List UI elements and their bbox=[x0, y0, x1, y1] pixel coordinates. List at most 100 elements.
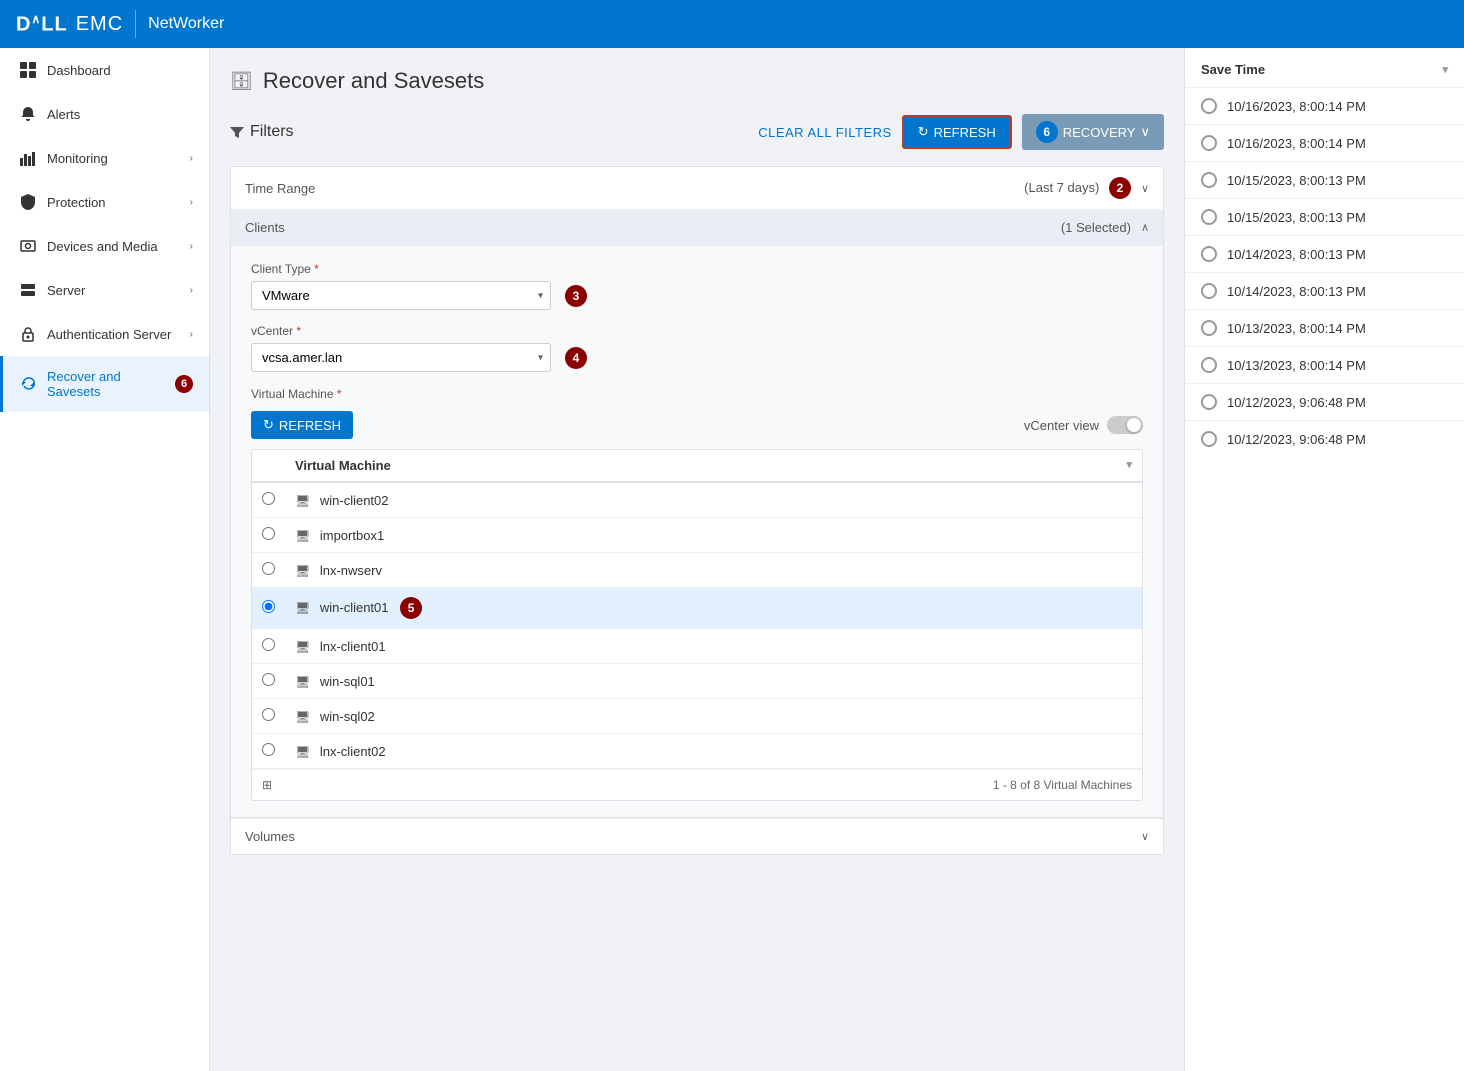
vm-radio-cell[interactable] bbox=[252, 518, 285, 553]
save-time-radio[interactable] bbox=[1201, 357, 1217, 373]
save-time-radio[interactable] bbox=[1201, 431, 1217, 447]
save-time-text: 10/16/2023, 8:00:14 PM bbox=[1227, 99, 1366, 114]
vm-radio-win-sql02[interactable] bbox=[262, 708, 275, 721]
save-time-text: 10/15/2023, 8:00:13 PM bbox=[1227, 210, 1366, 225]
time-range-filter-row[interactable]: Time Range (Last 7 days) 2 ∨ bbox=[231, 167, 1163, 210]
vm-radio-win-client02[interactable] bbox=[262, 492, 275, 505]
sidebar-item-protection[interactable]: Protection › bbox=[0, 180, 209, 224]
vm-row-name: lnx-nwserv bbox=[320, 563, 382, 578]
vm-radio-cell[interactable] bbox=[252, 664, 285, 699]
vm-row-name: importbox1 bbox=[320, 528, 384, 543]
save-time-radio[interactable] bbox=[1201, 98, 1217, 114]
save-time-item[interactable]: 10/12/2023, 9:06:48 PM bbox=[1185, 421, 1464, 457]
vm-radio-cell[interactable] bbox=[252, 629, 285, 664]
volumes-filter-row[interactable]: Volumes ∨ bbox=[231, 818, 1163, 854]
save-time-radio[interactable] bbox=[1201, 320, 1217, 336]
right-panel: Save Time ▾ 10/16/2023, 8:00:14 PM 10/16… bbox=[1184, 48, 1464, 1071]
vm-radio-cell[interactable] bbox=[252, 553, 285, 588]
save-time-radio[interactable] bbox=[1201, 209, 1217, 225]
save-time-item[interactable]: 10/16/2023, 8:00:14 PM bbox=[1185, 125, 1464, 162]
devices-icon bbox=[19, 237, 37, 255]
sidebar-item-server[interactable]: Server › bbox=[0, 268, 209, 312]
vm-radio-win-client01[interactable] bbox=[262, 600, 275, 613]
vm-radio-importbox1[interactable] bbox=[262, 527, 275, 540]
recover-icon bbox=[19, 375, 37, 393]
vm-radio-cell[interactable] bbox=[252, 699, 285, 734]
vm-row-icon: 🖥 bbox=[295, 710, 310, 724]
table-row[interactable]: 🖥 win-client01 5 bbox=[252, 588, 1142, 629]
table-row[interactable]: 🖥 importbox1 bbox=[252, 518, 1142, 553]
column-toggle-icon[interactable]: ⊞ bbox=[262, 778, 272, 792]
save-time-radio[interactable] bbox=[1201, 135, 1217, 151]
save-time-text: 10/16/2023, 8:00:14 PM bbox=[1227, 136, 1366, 151]
time-range-value: (Last 7 days) 2 bbox=[365, 177, 1131, 199]
client-type-select[interactable]: VMware Physical NAS bbox=[251, 281, 551, 310]
save-times-list: 10/16/2023, 8:00:14 PM 10/16/2023, 8:00:… bbox=[1185, 88, 1464, 457]
save-time-radio[interactable] bbox=[1201, 246, 1217, 262]
table-row[interactable]: 🖥 lnx-client02 bbox=[252, 734, 1142, 769]
vm-row-icon: 🖥 bbox=[295, 494, 310, 508]
save-time-item[interactable]: 10/15/2023, 8:00:13 PM bbox=[1185, 199, 1464, 236]
vm-name-cell: 🖥 lnx-nwserv bbox=[285, 553, 1142, 588]
time-range-badge: 2 bbox=[1109, 177, 1131, 199]
save-time-item[interactable]: 10/13/2023, 8:00:14 PM bbox=[1185, 310, 1464, 347]
clients-filter-row[interactable]: Clients (1 Selected) ∧ bbox=[231, 210, 1163, 246]
save-time-item[interactable]: 10/13/2023, 8:00:14 PM bbox=[1185, 347, 1464, 384]
clear-all-filters-button[interactable]: CLEAR ALL FILTERS bbox=[758, 125, 892, 140]
vm-radio-lnx-client01[interactable] bbox=[262, 638, 275, 651]
sidebar-item-recover[interactable]: Recover and Savesets 6 bbox=[0, 356, 209, 412]
table-row[interactable]: 🖥 win-sql01 bbox=[252, 664, 1142, 699]
vm-radio-lnx-client02[interactable] bbox=[262, 743, 275, 756]
table-row[interactable]: 🖥 lnx-nwserv bbox=[252, 553, 1142, 588]
table-row[interactable]: 🖥 win-sql02 bbox=[252, 699, 1142, 734]
sidebar-item-alerts[interactable]: Alerts bbox=[0, 92, 209, 136]
save-time-item[interactable]: 10/14/2023, 8:00:13 PM bbox=[1185, 236, 1464, 273]
vm-row-icon: 🖥 bbox=[295, 675, 310, 689]
vcenter-toggle-row: vCenter view bbox=[1024, 416, 1143, 434]
alerts-icon bbox=[19, 105, 37, 123]
vm-radio-cell[interactable] bbox=[252, 482, 285, 518]
vm-name-col: Virtual Machine ▾ bbox=[285, 450, 1142, 482]
save-time-radio[interactable] bbox=[1201, 394, 1217, 410]
vm-row-name: win-sql02 bbox=[320, 709, 375, 724]
save-time-text: 10/12/2023, 9:06:48 PM bbox=[1227, 395, 1366, 410]
save-time-radio[interactable] bbox=[1201, 283, 1217, 299]
save-time-item[interactable]: 10/15/2023, 8:00:13 PM bbox=[1185, 162, 1464, 199]
sidebar-item-monitoring[interactable]: Monitoring › bbox=[0, 136, 209, 180]
dashboard-icon bbox=[19, 61, 37, 79]
vm-table-container: Virtual Machine ▾ 🖥 win-client02 bbox=[251, 449, 1143, 801]
vcenter-select-wrapper: vcsa.amer.lan ▾ bbox=[251, 343, 551, 372]
table-row[interactable]: 🖥 lnx-client01 bbox=[252, 629, 1142, 664]
vm-radio-win-sql01[interactable] bbox=[262, 673, 275, 686]
sidebar: Dashboard Alerts Monitoring › Protection… bbox=[0, 48, 210, 1071]
save-time-item[interactable]: 10/12/2023, 9:06:48 PM bbox=[1185, 384, 1464, 421]
vcenter-select[interactable]: vcsa.amer.lan bbox=[251, 343, 551, 372]
sidebar-item-dashboard[interactable]: Dashboard bbox=[0, 48, 209, 92]
sidebar-auth-label: Authentication Server bbox=[47, 327, 180, 342]
vm-refresh-button[interactable]: ↻ REFRESH bbox=[251, 411, 353, 439]
monitoring-chevron: › bbox=[190, 153, 193, 164]
step-3-badge: 3 bbox=[565, 285, 587, 307]
save-time-item[interactable]: 10/16/2023, 8:00:14 PM bbox=[1185, 88, 1464, 125]
vm-radio-lnx-nwserv[interactable] bbox=[262, 562, 275, 575]
emc-logo: EMC bbox=[76, 13, 123, 36]
sidebar-item-auth[interactable]: Authentication Server › bbox=[0, 312, 209, 356]
recover-badge: 6 bbox=[175, 375, 193, 393]
main-content: 🗄 Recover and Savesets Filters CLEAR ALL… bbox=[210, 48, 1464, 1071]
sidebar-item-devices[interactable]: Devices and Media › bbox=[0, 224, 209, 268]
save-time-text: 10/13/2023, 8:00:14 PM bbox=[1227, 358, 1366, 373]
refresh-button[interactable]: ↻ REFRESH bbox=[902, 115, 1012, 149]
vcenter-view-toggle[interactable] bbox=[1107, 416, 1143, 434]
vm-name-cell: 🖥 lnx-client01 bbox=[285, 629, 1142, 664]
save-time-item[interactable]: 10/14/2023, 8:00:13 PM bbox=[1185, 273, 1464, 310]
vm-radio-cell[interactable] bbox=[252, 734, 285, 769]
filter-icon bbox=[230, 125, 244, 139]
vm-row-name: lnx-client02 bbox=[320, 744, 386, 759]
sidebar-protection-label: Protection bbox=[47, 195, 180, 210]
vm-name-cell: 🖥 importbox1 bbox=[285, 518, 1142, 553]
vm-radio-cell[interactable] bbox=[252, 588, 285, 629]
save-time-radio[interactable] bbox=[1201, 172, 1217, 188]
table-row[interactable]: 🖥 win-client02 bbox=[252, 482, 1142, 518]
recovery-button[interactable]: 6 RECOVERY ∨ bbox=[1022, 114, 1164, 150]
vm-refresh-label: REFRESH bbox=[279, 418, 341, 433]
